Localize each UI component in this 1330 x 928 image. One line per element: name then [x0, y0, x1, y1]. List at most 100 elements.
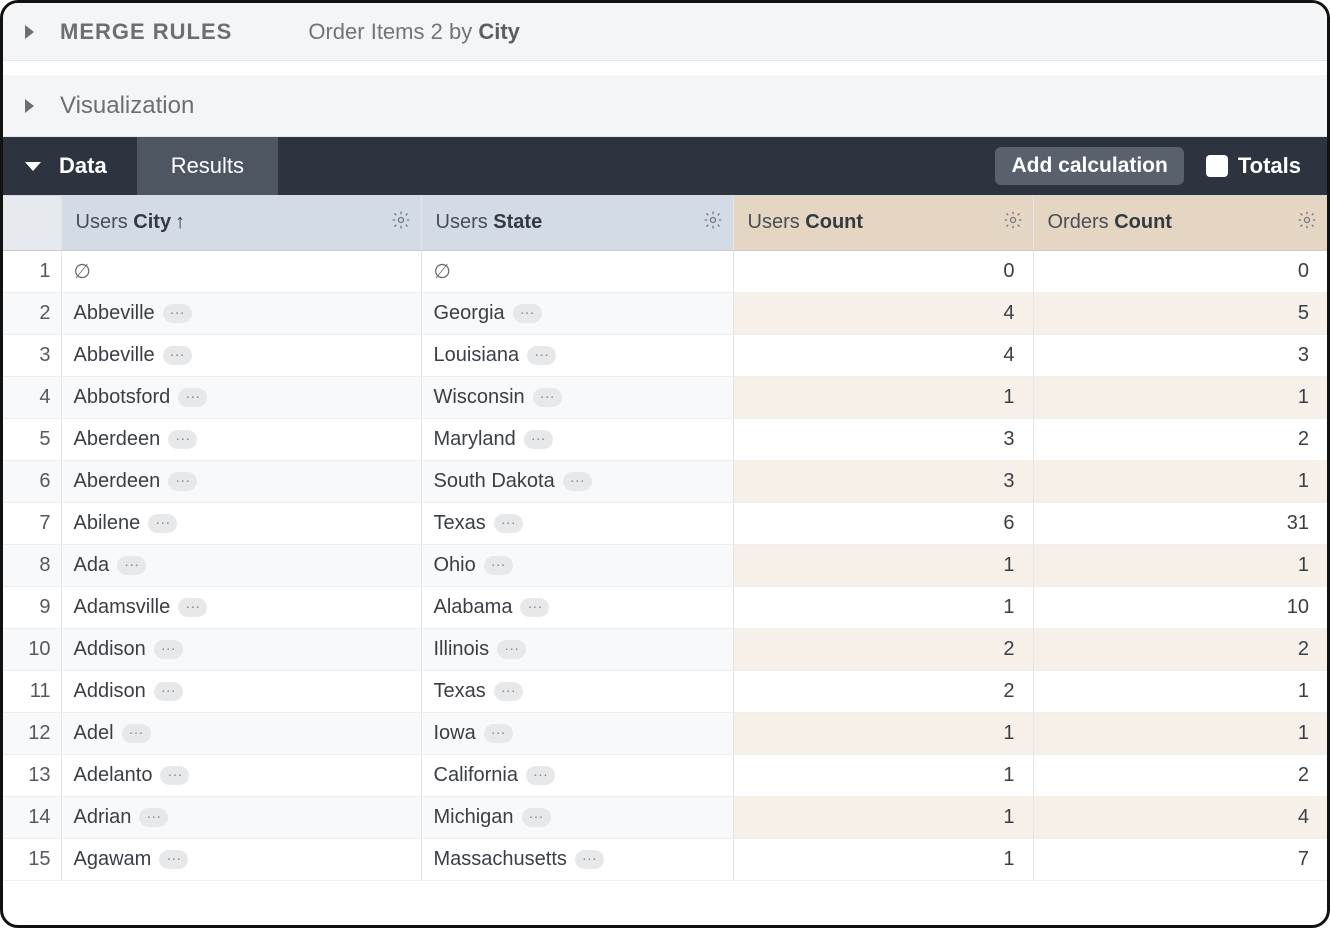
cell-state[interactable]: Ohio··· [421, 544, 733, 586]
cell-orders-count[interactable]: 31 [1033, 502, 1327, 544]
more-icon[interactable]: ··· [148, 514, 177, 533]
more-icon[interactable]: ··· [178, 598, 207, 617]
more-icon[interactable]: ··· [513, 304, 542, 323]
cell-users-count[interactable]: 6 [733, 502, 1033, 544]
visualization-section[interactable]: Visualization [3, 75, 1327, 137]
cell-users-count[interactable]: 1 [733, 376, 1033, 418]
cell-orders-count[interactable]: 1 [1033, 670, 1327, 712]
cell-state[interactable]: Texas··· [421, 502, 733, 544]
cell-city[interactable]: Adamsville··· [61, 586, 421, 628]
more-icon[interactable]: ··· [139, 808, 168, 827]
more-icon[interactable]: ··· [526, 766, 555, 785]
cell-city[interactable]: Abilene··· [61, 502, 421, 544]
cell-orders-count[interactable]: 7 [1033, 838, 1327, 880]
cell-state[interactable]: Maryland··· [421, 418, 733, 460]
cell-city[interactable]: Ada··· [61, 544, 421, 586]
cell-state[interactable]: Massachusetts··· [421, 838, 733, 880]
more-icon[interactable]: ··· [533, 388, 562, 407]
cell-orders-count[interactable]: 1 [1033, 544, 1327, 586]
cell-state[interactable]: Georgia··· [421, 292, 733, 334]
more-icon[interactable]: ··· [117, 556, 146, 575]
cell-city[interactable]: Agawam··· [61, 838, 421, 880]
more-icon[interactable]: ··· [494, 514, 523, 533]
cell-users-count[interactable]: 4 [733, 292, 1033, 334]
cell-city[interactable]: Abbotsford··· [61, 376, 421, 418]
cell-users-count[interactable]: 1 [733, 796, 1033, 838]
more-icon[interactable]: ··· [168, 472, 197, 491]
column-header-city[interactable]: Users City↑ [61, 196, 421, 250]
more-icon[interactable]: ··· [575, 850, 604, 869]
cell-state[interactable]: Alabama··· [421, 586, 733, 628]
column-header-orders_count[interactable]: Orders Count [1033, 196, 1327, 250]
more-icon[interactable]: ··· [154, 640, 183, 659]
cell-city[interactable]: Addison··· [61, 670, 421, 712]
more-icon[interactable]: ··· [122, 724, 151, 743]
cell-city[interactable]: Adel··· [61, 712, 421, 754]
add-calculation-button[interactable]: Add calculation [995, 147, 1183, 185]
totals-toggle[interactable]: Totals [1206, 153, 1301, 179]
more-icon[interactable]: ··· [563, 472, 592, 491]
cell-city[interactable]: Aberdeen··· [61, 460, 421, 502]
cell-orders-count[interactable]: 2 [1033, 754, 1327, 796]
column-header-users_count[interactable]: Users Count [733, 196, 1033, 250]
cell-orders-count[interactable]: 10 [1033, 586, 1327, 628]
cell-state[interactable]: Illinois··· [421, 628, 733, 670]
cell-orders-count[interactable]: 1 [1033, 460, 1327, 502]
cell-orders-count[interactable]: 5 [1033, 292, 1327, 334]
merge-rules-section[interactable]: MERGE RULES Order Items 2 by City [3, 3, 1327, 61]
cell-city[interactable]: Adelanto··· [61, 754, 421, 796]
cell-users-count[interactable]: 0 [733, 250, 1033, 292]
more-icon[interactable]: ··· [522, 808, 551, 827]
cell-state[interactable]: Michigan··· [421, 796, 733, 838]
results-tab[interactable]: Results [137, 137, 278, 195]
more-icon[interactable]: ··· [163, 304, 192, 323]
cell-state[interactable]: Louisiana··· [421, 334, 733, 376]
more-icon[interactable]: ··· [484, 556, 513, 575]
cell-orders-count[interactable]: 0 [1033, 250, 1327, 292]
gear-icon[interactable] [1003, 210, 1023, 236]
cell-city[interactable]: Addison··· [61, 628, 421, 670]
cell-users-count[interactable]: 3 [733, 418, 1033, 460]
cell-orders-count[interactable]: 1 [1033, 376, 1327, 418]
cell-orders-count[interactable]: 3 [1033, 334, 1327, 376]
more-icon[interactable]: ··· [178, 388, 207, 407]
cell-city[interactable]: Adrian··· [61, 796, 421, 838]
cell-orders-count[interactable]: 4 [1033, 796, 1327, 838]
data-tab[interactable]: Data [3, 137, 137, 195]
cell-orders-count[interactable]: 2 [1033, 628, 1327, 670]
cell-city[interactable]: ∅ [61, 250, 421, 292]
cell-users-count[interactable]: 1 [733, 712, 1033, 754]
cell-city[interactable]: Aberdeen··· [61, 418, 421, 460]
cell-users-count[interactable]: 3 [733, 460, 1033, 502]
cell-users-count[interactable]: 1 [733, 838, 1033, 880]
cell-orders-count[interactable]: 1 [1033, 712, 1327, 754]
more-icon[interactable]: ··· [154, 682, 183, 701]
more-icon[interactable]: ··· [497, 640, 526, 659]
more-icon[interactable]: ··· [484, 724, 513, 743]
more-icon[interactable]: ··· [163, 346, 192, 365]
cell-state[interactable]: South Dakota··· [421, 460, 733, 502]
cell-users-count[interactable]: 1 [733, 544, 1033, 586]
cell-users-count[interactable]: 1 [733, 754, 1033, 796]
more-icon[interactable]: ··· [520, 598, 549, 617]
gear-icon[interactable] [1297, 210, 1317, 236]
cell-state[interactable]: Iowa··· [421, 712, 733, 754]
cell-users-count[interactable]: 4 [733, 334, 1033, 376]
column-header-state[interactable]: Users State [421, 196, 733, 250]
gear-icon[interactable] [703, 210, 723, 236]
cell-users-count[interactable]: 2 [733, 670, 1033, 712]
cell-state[interactable]: Wisconsin··· [421, 376, 733, 418]
more-icon[interactable]: ··· [527, 346, 556, 365]
cell-users-count[interactable]: 1 [733, 586, 1033, 628]
cell-users-count[interactable]: 2 [733, 628, 1033, 670]
cell-city[interactable]: Abbeville··· [61, 334, 421, 376]
cell-orders-count[interactable]: 2 [1033, 418, 1327, 460]
cell-state[interactable]: Texas··· [421, 670, 733, 712]
gear-icon[interactable] [391, 210, 411, 236]
cell-city[interactable]: Abbeville··· [61, 292, 421, 334]
more-icon[interactable]: ··· [494, 682, 523, 701]
cell-state[interactable]: ∅ [421, 250, 733, 292]
more-icon[interactable]: ··· [159, 850, 188, 869]
cell-state[interactable]: California··· [421, 754, 733, 796]
more-icon[interactable]: ··· [160, 766, 189, 785]
